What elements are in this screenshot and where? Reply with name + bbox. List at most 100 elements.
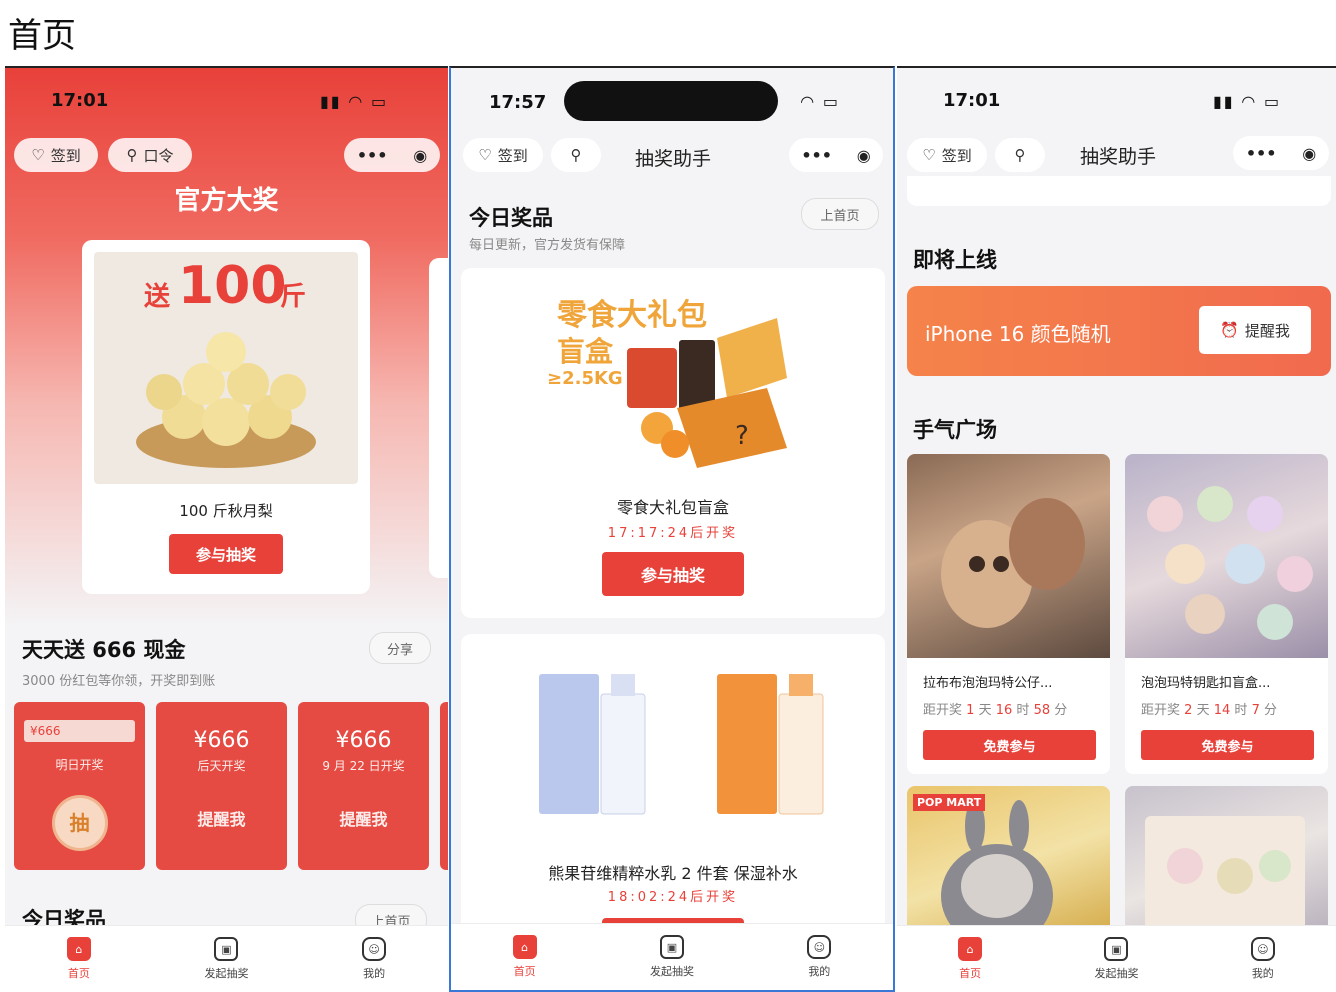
status-icons: ◠ ▭ (801, 92, 840, 111)
checkin-button[interactable]: ♡ 签到 (14, 138, 98, 172)
tab-launch[interactable]: ▣ 发起抽奖 (612, 935, 732, 979)
search-icon: ⚲ (1014, 146, 1026, 164)
prize-card-snack[interactable]: 零食大礼包 盲盒 ≥2.5KG ? 零食大礼包盲盒 17:17:24后开奖 参与… (461, 268, 885, 618)
remind-me-button[interactable]: ⏰ 提醒我 (1199, 306, 1311, 354)
plaza-title: 手气广场 (913, 418, 997, 442)
home-icon: ⌂ (958, 937, 983, 961)
tab-home[interactable]: ⌂ 首页 (910, 937, 1030, 981)
keychain-toys-illustration (1147, 486, 1313, 640)
lucky-item-remaining: 距开奖 1 天 16 时 58 分 (923, 703, 1068, 718)
prize-name: 熊果苷维精粹水乳 2 件套 保湿补水 (548, 864, 798, 883)
home-icon: ⌂ (512, 935, 537, 959)
tab-mine[interactable]: ☺ 我的 (1203, 937, 1323, 981)
upcoming-title: 即将上线 (913, 248, 997, 272)
header-title: 官方大奖 (174, 186, 279, 216)
gift-box-icon: ▣ (659, 935, 684, 959)
countdown: 17:17:24后开奖 (607, 526, 739, 541)
prize-card-skincare[interactable]: 熊果苷维精粹水乳 2 件套 保湿补水 18:02:24后开奖 (461, 634, 885, 934)
lucky-item-4[interactable] (1125, 786, 1328, 946)
next-card-peek (429, 258, 448, 578)
red-envelope-1[interactable]: ¥666 明日开奖 抽 (14, 702, 145, 870)
key-icon: ⚲ (126, 146, 138, 164)
lucky-item-2[interactable]: 泡泡玛特钥匙扣盲盒... 距开奖 2 天 14 时 7 分 免费参与 (1125, 454, 1328, 774)
mini-program-capsule[interactable]: ••• ◉ (344, 138, 440, 172)
status-time: 17:01 (943, 90, 1001, 111)
red-envelope-3[interactable]: ¥666 9 月 22 日开奖 提醒我 (298, 702, 429, 870)
prize-card[interactable]: 送 100 斤 100 斤秋月梨 参与抽奖 (82, 240, 370, 594)
more-dots-icon[interactable]: ••• (801, 146, 832, 165)
remind-button[interactable]: 提醒我 (298, 806, 429, 830)
home-icon: ⌂ (66, 937, 91, 961)
join-lottery-button[interactable]: 参与抽奖 (602, 552, 744, 596)
tab-home[interactable]: ⌂ 首页 (19, 937, 139, 981)
target-icon[interactable]: ◉ (413, 146, 427, 165)
smiley-icon: ☺ (1250, 937, 1275, 961)
tab-home[interactable]: ⌂ 首页 (465, 935, 585, 979)
tab-launch[interactable]: ▣ 发起抽奖 (1056, 937, 1176, 981)
nav-title: 抽奖助手 (1080, 146, 1157, 168)
free-join-button[interactable]: 免费参与 (923, 730, 1096, 760)
free-join-button[interactable]: 免费参与 (1141, 730, 1314, 760)
tab-bar: ⌂ 首页 ▣ 发起抽奖 ☺ 我的 (5, 925, 448, 992)
go-homepage-button[interactable]: 上首页 (801, 198, 879, 230)
draw-button[interactable]: 抽 (51, 795, 108, 851)
lucky-item-3[interactable]: POP MART (907, 786, 1110, 946)
red-envelope-2[interactable]: ¥666 后天开奖 提醒我 (156, 702, 287, 870)
checkin-button[interactable]: ♡ 签到 (463, 138, 543, 172)
lucky-item-name: 泡泡玛特钥匙扣盲盒... (1141, 676, 1271, 691)
cash-title: 天天送 666 现金 (22, 638, 186, 662)
lucky-item-1[interactable]: 拉布布泡泡玛特公仔... 距开奖 1 天 16 时 58 分 免费参与 (907, 454, 1110, 774)
upcoming-banner[interactable]: iPhone 16 颜色随机 ⏰ 提醒我 (907, 286, 1331, 376)
phone-screen-official-prize: 17:01 ▮▮ ◠ ▭ ♡ 签到 ⚲ 口令 ••• ◉ 官方大奖 送 100 斤 1… (5, 66, 448, 992)
cash-subtitle: 3000 份红包等你领，开奖即到账 (22, 674, 216, 689)
lucky-item-name: 拉布布泡泡玛特公仔... (923, 676, 1053, 691)
prize-name: 零食大礼包盲盒 (616, 498, 729, 517)
target-icon[interactable]: ◉ (857, 146, 871, 165)
heart-icon: ♡ (31, 146, 45, 164)
phone-screen-lottery-assistant: 17:57 ◠ ▭ ♡ 签到 ⚲ 抽奖助手 ••• ◉ 今日奖品 上首页 每日更新，… (449, 66, 895, 992)
svg-text:?: ? (735, 421, 749, 451)
search-button[interactable]: ⚲ (995, 138, 1045, 172)
checkin-button[interactable]: ♡ 签到 (907, 138, 987, 172)
smiley-icon: ☺ (362, 937, 387, 961)
mini-program-capsule[interactable]: ••• ◉ (1233, 136, 1329, 170)
smiley-icon: ☺ (807, 935, 832, 959)
today-title: 今日奖品 (469, 206, 553, 230)
heart-icon: ♡ (478, 146, 492, 164)
dynamic-island (564, 81, 778, 121)
more-dots-icon[interactable]: ••• (357, 146, 388, 165)
share-button[interactable]: 分享 (369, 632, 431, 664)
search-button[interactable]: ⚲ (551, 138, 601, 172)
nav-title: 抽奖助手 (635, 148, 712, 170)
tab-mine[interactable]: ☺ 我的 (314, 937, 434, 981)
pear-basket-illustration (136, 332, 316, 468)
upcoming-item: iPhone 16 颜色随机 (925, 322, 1111, 346)
phone-screen-lucky-plaza: 17:01 ▮▮ ◠ ▭ ♡ 签到 ⚲ 抽奖助手 ••• ◉ 即将上线 iPhone… (897, 66, 1336, 992)
previous-card-bottom (907, 176, 1331, 206)
tab-bar: ⌂ 首页 ▣ 发起抽奖 ☺ 我的 (451, 923, 893, 990)
heart-icon: ♡ (922, 146, 936, 164)
gift-box-icon: ▣ (1104, 937, 1129, 961)
skincare-bottles-illustration (539, 674, 824, 815)
tab-launch[interactable]: ▣ 发起抽奖 (166, 937, 286, 981)
lucky-item-image (1125, 454, 1328, 658)
remind-button[interactable]: 提醒我 (156, 806, 287, 830)
tab-mine[interactable]: ☺ 我的 (759, 935, 879, 979)
lucky-item-image (907, 454, 1110, 658)
lucky-item-image (1125, 786, 1328, 946)
code-button[interactable]: ⚲ 口令 (108, 138, 192, 172)
join-lottery-button[interactable]: 参与抽奖 (169, 534, 283, 574)
search-icon: ⚲ (570, 146, 582, 164)
status-icons: ▮▮ ◠ ▭ (320, 92, 389, 111)
countdown: 18:02:24后开奖 (607, 890, 739, 905)
more-dots-icon[interactable]: ••• (1246, 144, 1277, 163)
next-envelope-peek (440, 702, 448, 870)
status-time: 17:01 (51, 90, 109, 111)
popmart-badge: POP MART (913, 794, 986, 811)
status-icons: ▮▮ ◠ ▭ (1213, 92, 1282, 111)
target-icon[interactable]: ◉ (1302, 144, 1316, 163)
mini-program-capsule[interactable]: ••• ◉ (789, 138, 883, 172)
snack-box-illustration: ? (627, 318, 787, 468)
page-title: 首页 (8, 16, 76, 56)
lucky-item-remaining: 距开奖 2 天 14 时 7 分 (1141, 703, 1278, 718)
